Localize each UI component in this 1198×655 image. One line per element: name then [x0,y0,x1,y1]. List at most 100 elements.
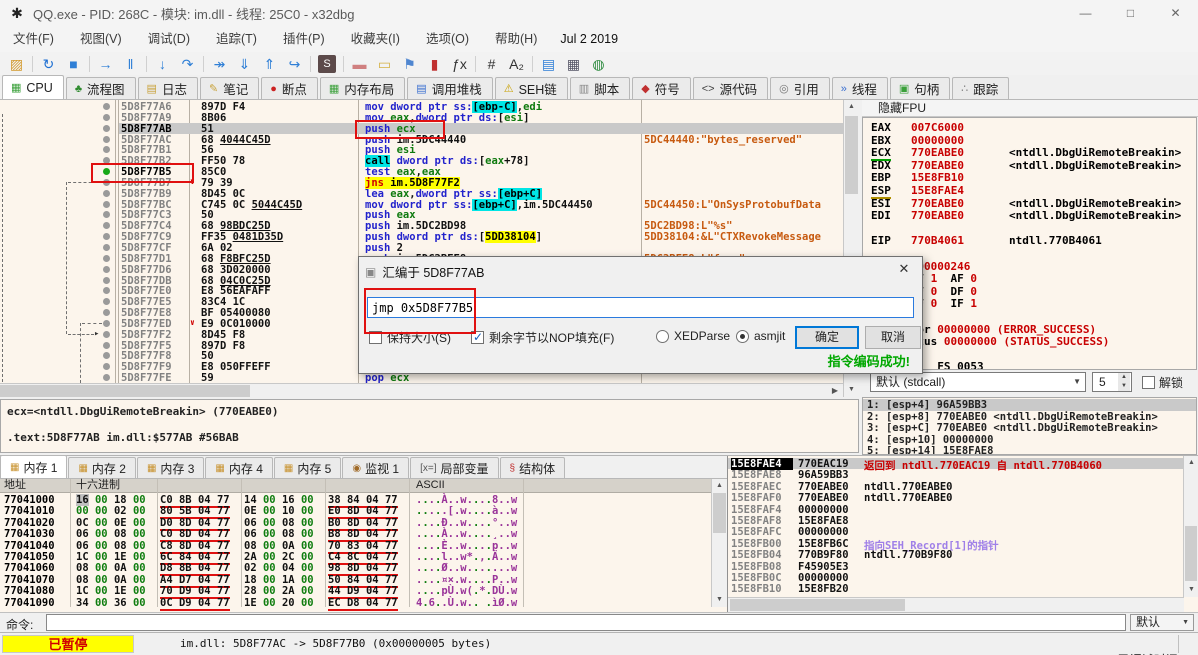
stack-row[interactable]: 15E8FB04 770B9F80 ntdll.770B9F80 [728,549,1183,561]
argument-row[interactable]: 1: [esp+4] 96A59BB3 [863,399,1196,411]
register-row[interactable]: EDX 770EABE0 <ntdll.DbgUiRemoteBreakin> [863,159,1193,172]
tab-notes[interactable]: ✎ 笔记 [199,77,260,99]
restart-icon[interactable]: ↻ [36,53,61,75]
row-dot-icon[interactable] [103,374,110,382]
stack-row[interactable]: 15E8FB10 15E8FB20 [728,583,1183,595]
stack-row[interactable]: 15E8FAE4 770EAC19 返回到 ntdll.770EAC19 自 ntd… [728,458,1183,472]
disasm-row[interactable]: 5D8F77C4 68 98BDC25D push im.5DC2BD98 5DC2B… [0,220,843,232]
memory-dump-panel[interactable]: ▦ 内存 1 ▦ 内存 2 ▦ 内存 3 ▦ 内存 4 ▦ 内存 5 ◉ 监视 1 [x=] 局部变量 § 结… [0,455,727,613]
step-over-icon[interactable]: ↷ [175,53,200,75]
disasm-row[interactable]: 5D8F77B5 85C0 test eax,eax [0,166,843,178]
calculator-icon[interactable]: ▦ [561,53,586,75]
row-dot-icon[interactable] [103,330,110,338]
register-row[interactable] [863,222,1193,235]
run-to-user-code-icon[interactable]: ↪ [282,53,307,75]
dialog-close-icon[interactable]: ✕ [896,261,912,277]
stack-row[interactable]: 15E8FAFC 00000000 [728,526,1183,538]
tab-memory-1[interactable]: ▦ 内存 1 [0,455,68,478]
bookmarks-icon[interactable]: ▮ [422,53,447,75]
scrollbar-thumb[interactable] [0,385,250,397]
register-value[interactable]: 770EABE0 [911,209,964,222]
asmjit-radio[interactable]: asmjit [736,329,785,343]
register-row[interactable]: EAX 007C6000 [863,121,1193,134]
memory-vscrollbar[interactable]: ▲ ▼ [711,479,727,607]
stepper-arrows-icon[interactable]: ▲ ▼ [1118,373,1130,391]
open-file-icon[interactable]: ▨ [4,53,29,75]
row-dot-icon[interactable] [103,309,110,317]
row-dot-icon[interactable] [103,211,110,219]
tab-references[interactable]: ◎ 引用 [770,77,830,99]
memory-row[interactable]: 77041080 1C 00 1E 00 70 D9 04 77 28 00 2A 0… [0,585,711,600]
animate-over-icon[interactable]: ⇓ [232,53,257,75]
disasm-row[interactable]: 5D8F77CF 6A 02 push 2 [0,242,843,254]
arguments-panel[interactable]: 1: [esp+4] 96A59BB3 2: [esp+8] 770EABE0 <… [862,397,1197,455]
disassembly-hscrollbar[interactable]: ▶ [0,383,843,397]
argument-row[interactable]: 4: [esp+10] 00000000 [863,434,1196,446]
stack-row[interactable]: 15E8FB00 15E8FB6C 指向SEH_Record[1]的指针 [728,538,1183,552]
register-value[interactable]: 007C6000 [911,121,964,134]
row-dot-icon[interactable] [103,200,110,208]
tab-symbols[interactable]: ◆ 符号 [632,77,691,99]
scroll-down-icon[interactable]: ▼ [1184,583,1198,597]
hide-fpu-button[interactable]: 隐藏FPU [862,100,1198,117]
disasm-row[interactable]: 5D8F77A6 897D F4 mov dword ptr ss:[ebp-C],… [0,101,843,113]
preferences-icon[interactable]: A₂ [504,53,529,75]
register-row[interactable]: EBP 15E8FB10 [863,171,1193,184]
menu-item-0[interactable]: 文件(F) [0,26,67,52]
stack-row[interactable]: 15E8FAF8 15E8FAE8 [728,515,1183,527]
pause-icon[interactable]: ‖ [118,53,143,75]
tab-locals[interactable]: [x=] 局部变量 [410,457,499,478]
register-value[interactable]: 15E8FAE4 [911,184,964,197]
stack-hscrollbar[interactable] [728,597,1184,612]
labels-icon[interactable]: ⚑ [397,53,422,75]
disasm-row[interactable]: 5D8F77BC C745 0C 5044C45D mov dword ptr ss… [0,198,843,211]
argument-row[interactable]: 5: [esp+14] 15E8FAE8 [863,445,1196,454]
tab-struct[interactable]: § 结构体 [499,457,566,478]
menu-item-6[interactable]: 选项(O) [413,26,482,52]
patches-icon[interactable]: ▬ [347,53,372,75]
disasm-row[interactable]: 5D8F77AC 68 4044C45D push im.5DC44440 5DC44… [0,134,843,146]
scrollbar-thumb[interactable] [713,493,726,533]
memory-row[interactable]: 77041060 08 00 0A 00 D8 8B 04 77 02 00 04 0… [0,562,711,577]
row-dot-icon[interactable] [103,265,110,273]
tab-trace[interactable]: ∴ 跟踪 [952,77,1010,99]
tab-handles[interactable]: ▣ 句柄 [889,77,951,99]
tab-seh[interactable]: ⚠ SEH链 [494,77,568,99]
step-into-icon[interactable]: ↓ [150,53,175,75]
tab-memory-2[interactable]: ▦ 内存 2 [68,457,136,478]
row-dot-icon[interactable] [103,233,110,241]
register-value[interactable]: 770EABE0 [911,159,964,172]
memory-row[interactable]: 77041090 34 00 36 00 0C D9 04 77 1E 00 20 0… [0,597,711,611]
register-row[interactable]: ESI 770EABE0 <ntdll.DbgUiRemoteBreakin> [863,197,1193,210]
scroll-down-icon[interactable]: ▼ [712,593,727,607]
stack-panel[interactable]: 15E8FAE4 770EAC19 返回到 ntdll.770EAC19 自 ntd… [727,456,1198,613]
tab-breakpoints[interactable]: ● 断点 [261,77,318,99]
tab-memory-map[interactable]: ▦ 内存布局 [319,77,406,99]
stack-vscrollbar[interactable]: ▲ ▼ [1183,456,1198,597]
about-icon[interactable]: ◍ [586,53,611,75]
stack-row[interactable]: 15E8FB08 F45905E3 [728,561,1183,573]
nop-fill-checkbox[interactable]: 剩余字节以NOP填充(F) [471,329,614,346]
assemble-instruction-input[interactable] [367,297,914,318]
xedparse-radio[interactable]: XEDParse [656,329,730,343]
memory-row[interactable]: 77041070 08 00 0A 00 A4 D7 04 77 18 00 1A 0… [0,574,711,588]
row-dot-icon[interactable] [103,146,110,154]
tab-threads[interactable]: » 线程 [831,77,888,99]
run-icon[interactable]: → [93,53,118,75]
menu-item-1[interactable]: 视图(V) [67,26,135,52]
row-dot-icon[interactable] [103,298,110,306]
row-dot-icon[interactable] [103,254,110,262]
argument-row[interactable]: 3: [esp+C] 770EABE0 <ntdll.DbgUiRemoteBr… [863,422,1196,434]
calling-convention-select[interactable]: 默认 (stdcall) ▼ [870,372,1086,392]
row-dot-icon[interactable] [103,178,110,186]
argument-row[interactable]: 2: [esp+8] 770EABE0 <ntdll.DbgUiRemoteBr… [863,411,1196,423]
tab-cpu[interactable]: ▦ CPU [2,75,64,99]
close-button[interactable]: ✕ [1153,0,1198,26]
tab-memory-4[interactable]: ▦ 内存 4 [205,457,273,478]
menu-item-3[interactable]: 追踪(T) [203,26,270,52]
scrollbar-thumb[interactable] [730,599,905,611]
argument-count-stepper[interactable]: 5 ▲ ▼ [1092,372,1132,392]
ok-button[interactable]: 确定 [795,326,859,349]
register-value[interactable]: 770B4061 [911,234,964,247]
register-row[interactable]: EIP 770B4061 ntdll.770B4061 [863,234,1193,247]
